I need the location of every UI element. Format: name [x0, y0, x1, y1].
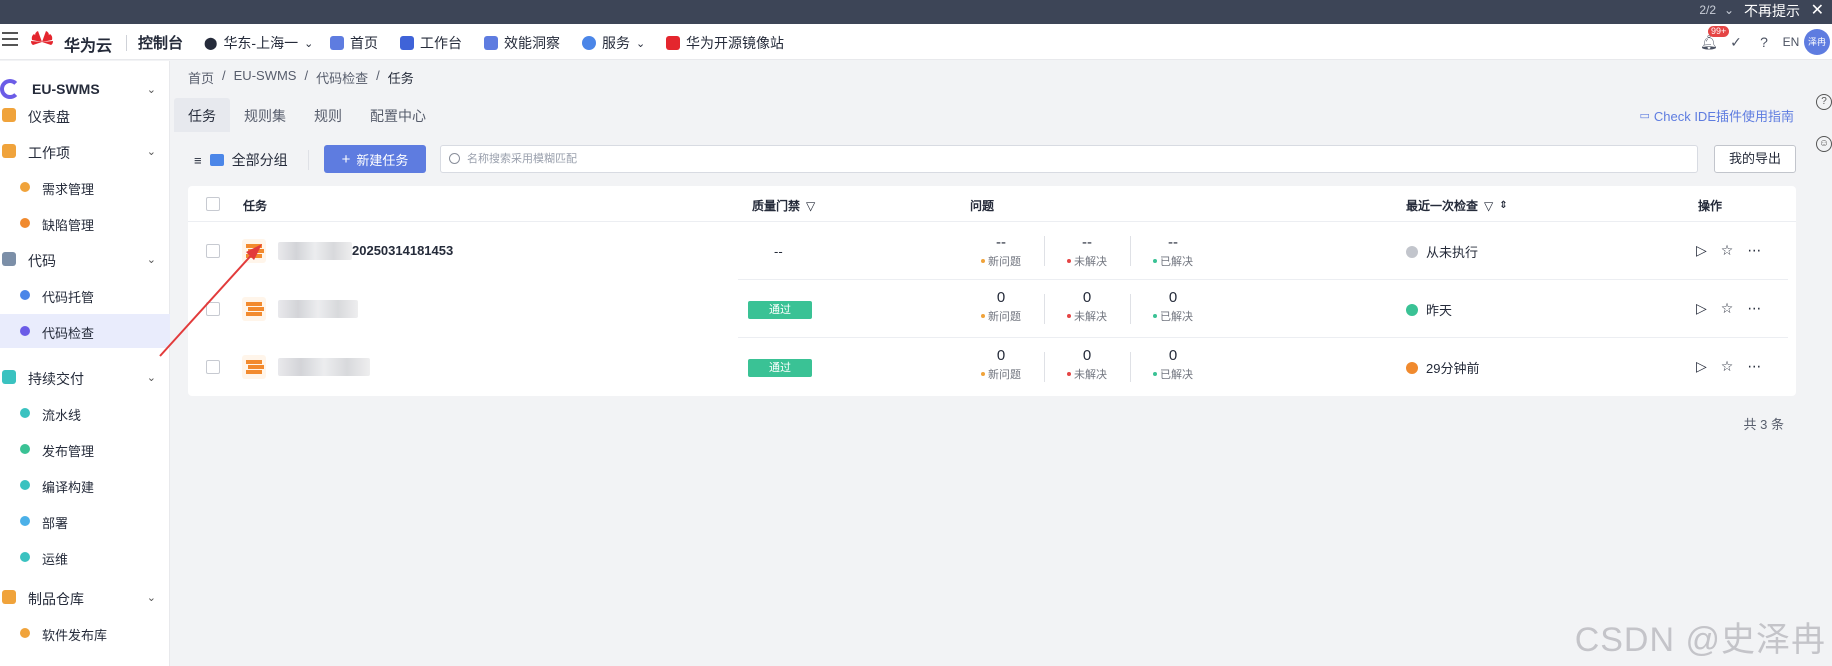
watermark: CSDN @史泽冉	[1574, 621, 1826, 659]
annotation-arrow	[159, 244, 262, 357]
